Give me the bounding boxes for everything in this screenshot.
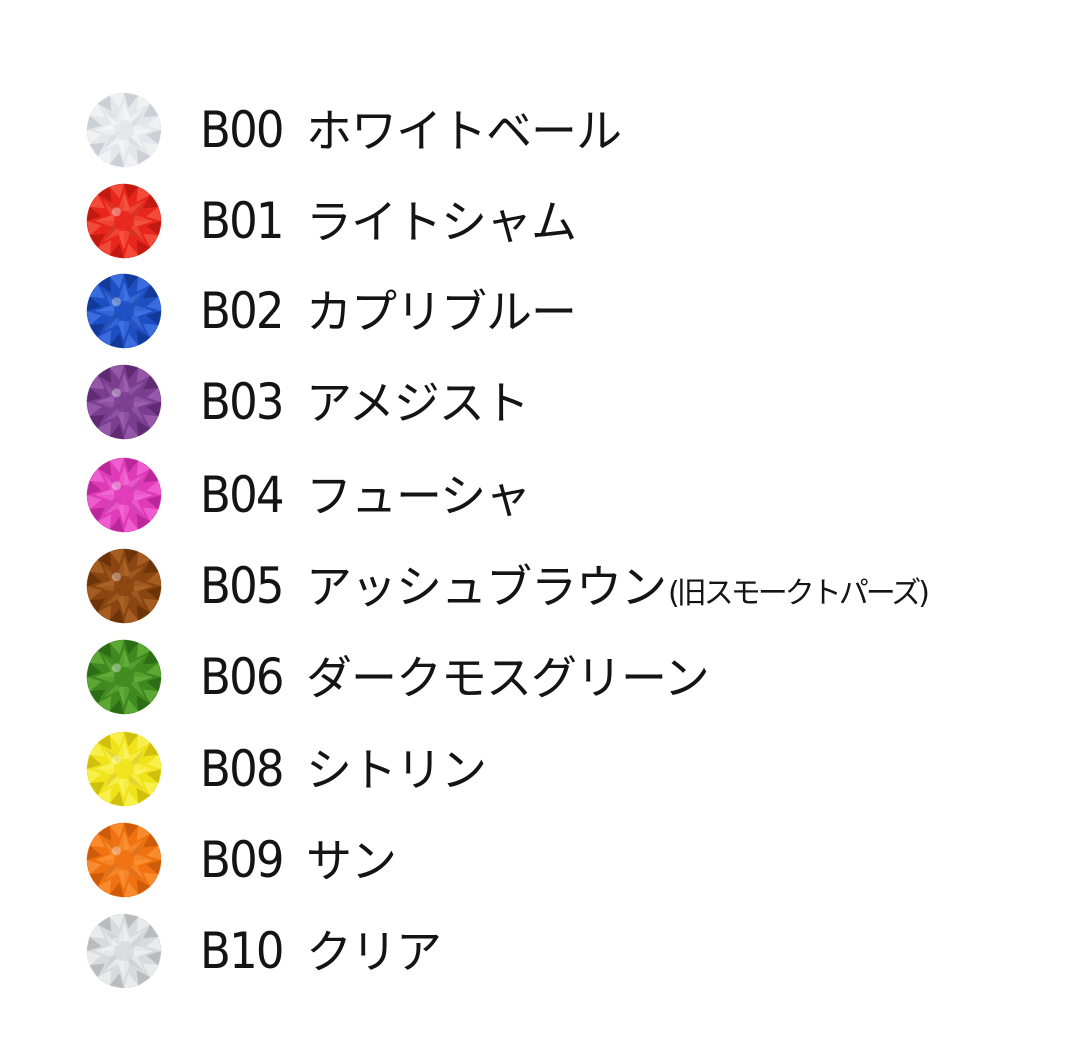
swatch-code: B03	[200, 373, 285, 431]
swatch-item: B08 シトリン	[86, 729, 1046, 809]
swatch-name: ホワイトベール	[306, 104, 622, 158]
swatch-name: カプリブルー	[306, 285, 577, 339]
swatch-code: B00	[200, 101, 285, 159]
swatch-label: B00 ホワイトベール	[200, 101, 622, 159]
swatch-item: B04 フューシャ	[86, 455, 1046, 535]
rhinestone-icon	[86, 457, 162, 533]
swatch-name: ダークモスグリーン	[306, 651, 710, 705]
swatch-name: サン	[306, 834, 397, 888]
swatch-item: B01 ライトシャム	[86, 181, 1046, 261]
rhinestone-icon	[86, 92, 162, 168]
swatch-label: B06 ダークモスグリーン	[200, 648, 710, 706]
swatch-label: B09 サン	[200, 831, 397, 889]
swatch-code: B04	[200, 466, 285, 524]
swatch-name: ライトシャム	[306, 195, 577, 249]
swatch-label: B10 クリア	[200, 922, 442, 980]
swatch-code: B02	[200, 282, 285, 340]
swatch-label: B01 ライトシャム	[200, 192, 577, 250]
swatch-item: B03 アメジスト	[86, 362, 1046, 442]
color-swatch-list: B00 ホワイトベール B01 ライトシャム B02 カプリブルー B03 アメ…	[0, 0, 1080, 1049]
swatch-code: B01	[200, 192, 285, 250]
rhinestone-icon	[86, 183, 162, 259]
swatch-name: アメジスト	[306, 376, 530, 430]
rhinestone-icon	[86, 273, 162, 349]
swatch-item: B06 ダークモスグリーン	[86, 637, 1046, 717]
rhinestone-icon	[86, 548, 162, 624]
rhinestone-icon	[86, 822, 162, 898]
swatch-label: B04 フューシャ	[200, 466, 531, 524]
swatch-name: クリア	[306, 925, 442, 979]
swatch-code: B09	[200, 831, 285, 889]
swatch-item: B05 アッシュブラウン (旧スモークトパーズ)	[86, 546, 1046, 626]
swatch-name: アッシュブラウン	[306, 560, 667, 614]
rhinestone-icon	[86, 364, 162, 440]
swatch-item: B02 カプリブルー	[86, 271, 1046, 351]
swatch-name: シトリン	[306, 743, 487, 797]
swatch-item: B00 ホワイトベール	[86, 90, 1046, 170]
swatch-label: B03 アメジスト	[200, 373, 530, 431]
swatch-item: B09 サン	[86, 820, 1046, 900]
swatch-label: B08 シトリン	[200, 740, 487, 798]
swatch-code: B10	[200, 922, 285, 980]
swatch-code: B05	[200, 557, 285, 615]
swatch-item: B10 クリア	[86, 911, 1046, 991]
swatch-code: B06	[200, 648, 285, 706]
swatch-note: (旧スモークトパーズ)	[668, 576, 930, 611]
swatch-label: B02 カプリブルー	[200, 282, 577, 340]
swatch-label: B05 アッシュブラウン (旧スモークトパーズ)	[200, 557, 930, 615]
swatch-name: フューシャ	[306, 469, 531, 523]
rhinestone-icon	[86, 913, 162, 989]
rhinestone-icon	[86, 639, 162, 715]
swatch-code: B08	[200, 740, 285, 798]
rhinestone-icon	[86, 731, 162, 807]
